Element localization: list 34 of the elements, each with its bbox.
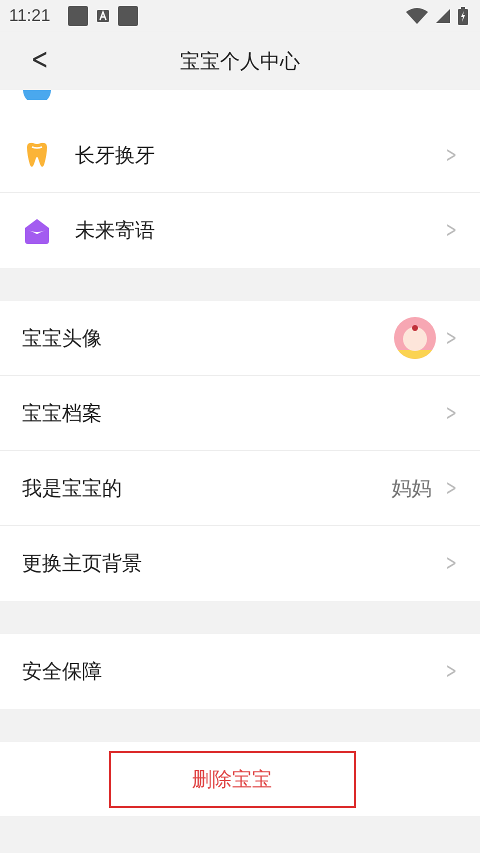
row-label: 长牙换牙 <box>75 142 155 168</box>
row-label: 宝宝头像 <box>22 324 102 352</box>
notification-icon <box>68 6 88 26</box>
chevron-icon: > <box>445 551 456 576</box>
row-label: 安全保障 <box>22 658 102 685</box>
chevron-icon: > <box>445 142 456 168</box>
row-label: 宝宝档案 <box>22 400 102 426</box>
chevron-icon: > <box>445 659 456 684</box>
back-button[interactable]: < <box>11 42 64 80</box>
chevron-icon: > <box>445 326 456 350</box>
row-value: 妈妈 <box>392 474 432 502</box>
chevron-icon: > <box>445 218 456 243</box>
settings-row[interactable]: 我是宝宝的 妈妈 > <box>0 451 480 526</box>
battery-icon <box>458 7 468 25</box>
notification-icon <box>118 6 138 26</box>
status-time: 11:21 <box>9 6 50 26</box>
settings-row[interactable]: 安全保障 > <box>0 634 480 709</box>
page-title: 宝宝个人中心 <box>180 48 300 74</box>
wifi-icon <box>406 8 428 24</box>
settings-row[interactable]: 宝宝头像 > <box>0 301 480 376</box>
chevron-icon: > <box>445 400 456 426</box>
settings-row[interactable]: 未来寄语 > <box>0 193 480 268</box>
row-label: 更换主页背景 <box>22 550 142 577</box>
chevron-icon: > <box>445 476 456 500</box>
signal-icon <box>436 9 450 23</box>
settings-row[interactable]: 更换主页背景 > <box>0 526 480 601</box>
notification-icon <box>96 9 110 23</box>
settings-row[interactable]: 长牙换牙 > <box>0 118 480 193</box>
settings-row[interactable]: 宝宝档案 > <box>0 376 480 451</box>
row-label: 未来寄语 <box>75 217 155 244</box>
envelope-icon <box>23 216 51 244</box>
baby-avatar <box>394 317 436 359</box>
delete-button[interactable]: 删除宝宝 <box>108 750 356 808</box>
row-label: 我是宝宝的 <box>22 474 122 502</box>
